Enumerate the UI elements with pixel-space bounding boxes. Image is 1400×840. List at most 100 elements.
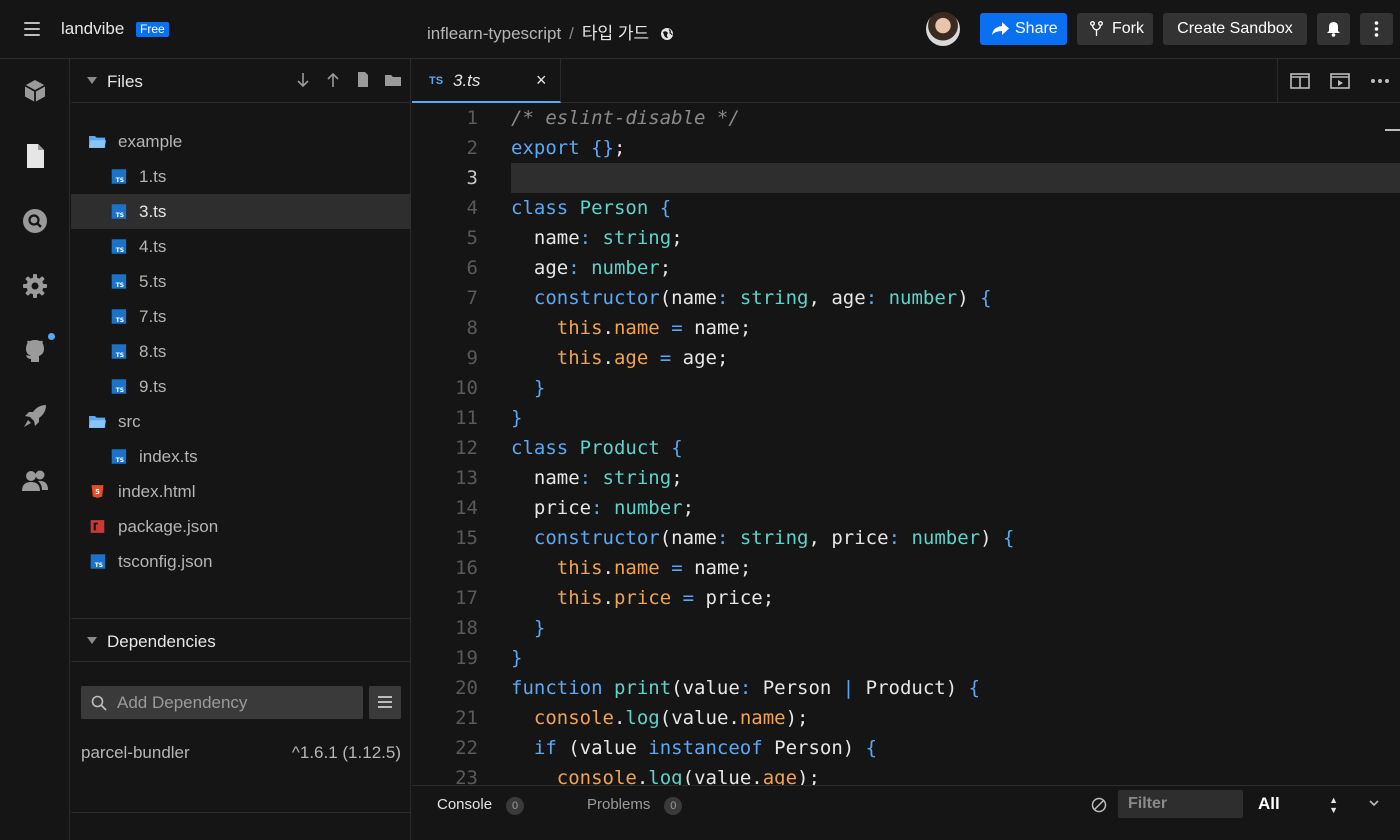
code-text[interactable]: name: string; (511, 463, 1400, 493)
code-text[interactable]: } (511, 643, 1400, 673)
code-line[interactable]: 21 console.log(value.name); (412, 703, 1400, 733)
code-line[interactable]: 10 } (412, 373, 1400, 403)
code-line[interactable]: 14 price: number; (412, 493, 1400, 523)
code-text[interactable]: } (511, 403, 1400, 433)
code-text[interactable]: } (511, 373, 1400, 403)
download-arrow-icon[interactable] (293, 70, 313, 90)
code-line[interactable]: 11} (412, 403, 1400, 433)
code-line[interactable]: 13 name: string; (412, 463, 1400, 493)
sandbox-folder[interactable]: inflearn-typescript (427, 24, 561, 43)
code-line[interactable]: 15 constructor(name: string, price: numb… (412, 523, 1400, 553)
close-tab-icon[interactable]: × (536, 70, 547, 91)
hamburger-menu-icon[interactable] (22, 19, 42, 39)
tree-item-package-json[interactable]: package.json (71, 509, 411, 544)
code-line[interactable]: 8 this.name = name; (412, 313, 1400, 343)
tree-item-example[interactable]: example (71, 124, 411, 159)
code-text[interactable]: age: number; (511, 253, 1400, 283)
code-text[interactable]: /* eslint-disable */ (511, 103, 1400, 133)
fork-button[interactable]: Fork (1077, 13, 1153, 45)
create-sandbox-button[interactable]: Create Sandbox (1163, 13, 1307, 45)
explorer-file-icon[interactable] (17, 138, 53, 174)
tree-item-8-ts[interactable]: TS 8.ts (71, 334, 411, 369)
sandbox-info-icon[interactable] (17, 73, 53, 109)
rocket-deploy-icon[interactable] (17, 398, 53, 434)
console-filter-input[interactable] (1118, 790, 1243, 818)
collapse-triangle-icon[interactable] (87, 77, 97, 84)
code-text[interactable]: this.name = name; (511, 553, 1400, 583)
code-line[interactable]: 2 export {}; (412, 133, 1400, 163)
sandbox-title[interactable]: 타입 가드 (582, 24, 649, 43)
globe-icon[interactable] (660, 27, 674, 41)
code-text[interactable]: this.age = age; (511, 343, 1400, 373)
tree-item-5-ts[interactable]: TS 5.ts (71, 264, 411, 299)
more-menu-button[interactable] (1360, 13, 1393, 45)
code-line[interactable]: 6 age: number; (412, 253, 1400, 283)
code-line[interactable]: 20 function print(value: Person | Product… (412, 673, 1400, 703)
code-text[interactable]: constructor(name: string, price: number)… (511, 523, 1400, 553)
split-view-icon[interactable] (1289, 71, 1311, 91)
tree-item-index-ts[interactable]: TS index.ts (71, 439, 411, 474)
gear-icon[interactable] (17, 268, 53, 304)
tree-item-4-ts[interactable]: TS 4.ts (71, 229, 411, 264)
code-text[interactable]: console.log(value.age); (511, 763, 1400, 785)
code-line[interactable]: 12 class Product { (412, 433, 1400, 463)
clear-console-icon[interactable] (1091, 797, 1107, 813)
code-text[interactable]: function print(value: Person | Product) … (511, 673, 1400, 703)
dependencies-section-header[interactable]: Dependencies (71, 618, 411, 662)
code-text[interactable]: export {}; (511, 133, 1400, 163)
tab-problems[interactable]: Problems 0 (587, 796, 683, 815)
new-folder-icon[interactable] (383, 70, 403, 90)
code-text[interactable] (511, 163, 1400, 193)
code-text[interactable]: this.price = price; (511, 583, 1400, 613)
log-level-select[interactable]: All ▲ ▼ (1253, 790, 1346, 818)
upload-arrow-icon[interactable] (323, 70, 343, 90)
github-icon[interactable] (17, 333, 55, 369)
code-line[interactable]: 17 this.price = price; (412, 583, 1400, 613)
code-line[interactable]: 5 name: string; (412, 223, 1400, 253)
add-dependency-field[interactable] (81, 686, 363, 719)
code-line[interactable]: 16 this.name = name; (412, 553, 1400, 583)
tree-item-index-html[interactable]: 5 index.html (71, 474, 411, 509)
more-horizontal-icon[interactable] (1369, 71, 1391, 91)
preview-pane-icon[interactable] (1329, 71, 1351, 91)
code-line[interactable]: 7 constructor(name: string, age: number)… (412, 283, 1400, 313)
tree-item-tsconfig-json[interactable]: TS tsconfig.json (71, 544, 411, 579)
search-icon[interactable] (17, 203, 53, 239)
code-line[interactable]: 4 class Person { (412, 193, 1400, 223)
add-dependency-input[interactable] (117, 686, 357, 719)
collapse-triangle-icon[interactable] (87, 637, 97, 644)
tree-item-9-ts[interactable]: TS 9.ts (71, 369, 411, 404)
code-line[interactable]: 9 this.age = age; (412, 343, 1400, 373)
share-button[interactable]: Share (980, 13, 1067, 45)
dependency-list-button[interactable] (369, 686, 401, 719)
dependency-item[interactable]: parcel-bundler ^1.6.1 (1.12.5) (81, 743, 401, 763)
code-text[interactable]: price: number; (511, 493, 1400, 523)
code-area[interactable]: 1 /* eslint-disable */ 2 export {}; 3 4 class … (412, 103, 1400, 785)
workspace-name[interactable]: landvibe (61, 19, 124, 39)
live-users-icon[interactable] (17, 463, 53, 499)
code-text[interactable]: console.log(value.name); (511, 703, 1400, 733)
code-line[interactable]: 18 } (412, 613, 1400, 643)
code-text[interactable]: constructor(name: string, age: number) { (511, 283, 1400, 313)
files-section-header[interactable]: Files (71, 59, 411, 103)
code-line[interactable]: 1 /* eslint-disable */ (412, 103, 1400, 133)
code-line[interactable]: 23 console.log(value.age); (412, 763, 1400, 785)
notifications-button[interactable] (1317, 13, 1350, 45)
code-line[interactable]: 19} (412, 643, 1400, 673)
tab-console[interactable]: Console 0 (437, 796, 525, 815)
user-avatar[interactable] (926, 12, 960, 46)
dependency-version[interactable]: ^1.6.1 (1.12.5) (292, 743, 401, 763)
tree-item-src[interactable]: src (71, 404, 411, 439)
code-text[interactable]: this.name = name; (511, 313, 1400, 343)
code-text[interactable]: } (511, 613, 1400, 643)
tree-item-3-ts[interactable]: TS 3.ts (71, 194, 411, 229)
tree-item-7-ts[interactable]: TS 7.ts (71, 299, 411, 334)
code-text[interactable]: name: string; (511, 223, 1400, 253)
code-text[interactable]: if (value instanceof Person) { (511, 733, 1400, 763)
tab-3-ts[interactable]: TS 3.ts × (412, 59, 561, 103)
code-line[interactable]: 3 (412, 163, 1400, 193)
code-text[interactable]: class Person { (511, 193, 1400, 223)
code-text[interactable]: class Product { (511, 433, 1400, 463)
chevron-down-icon[interactable] (1367, 796, 1381, 810)
code-line[interactable]: 22 if (value instanceof Person) { (412, 733, 1400, 763)
